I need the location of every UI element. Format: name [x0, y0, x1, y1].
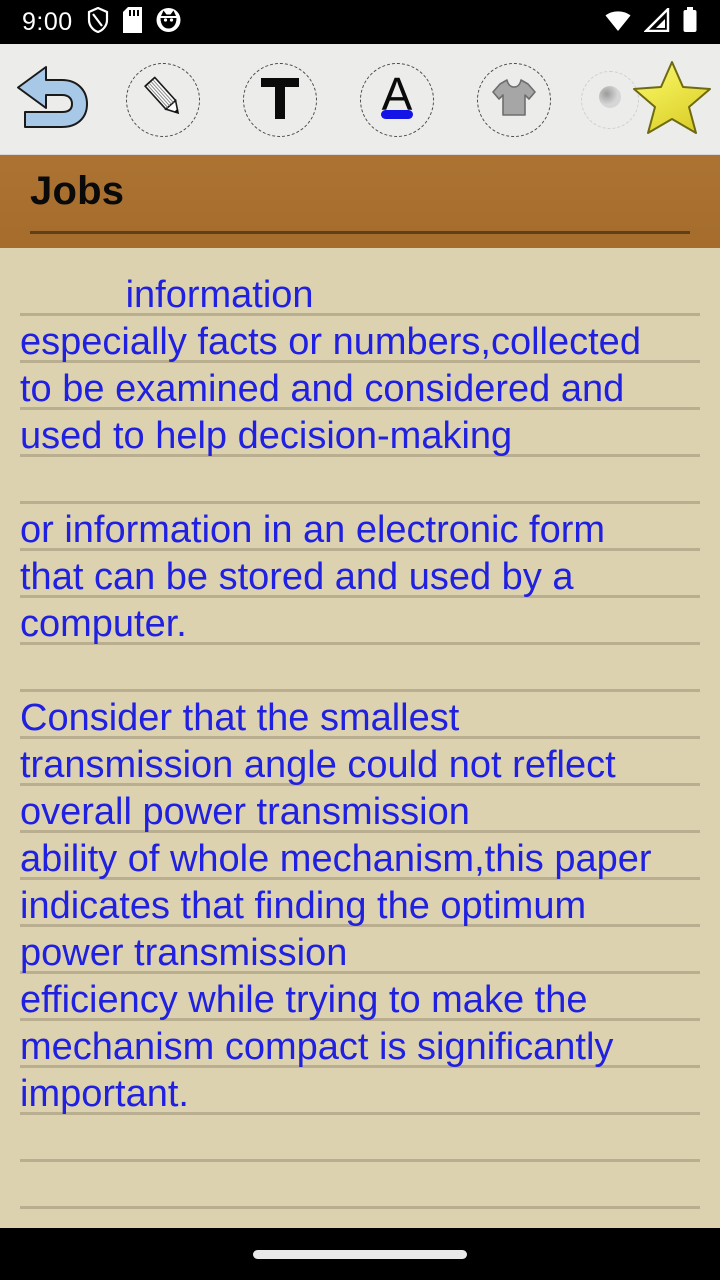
note-text-line[interactable]: efficiency while trying to make the [20, 977, 710, 1024]
note-text-line[interactable]: mechanism compact is significantly [20, 1024, 710, 1071]
note-text-line[interactable]: indicates that finding the optimum [20, 883, 710, 930]
text-button-ring [243, 62, 317, 137]
note-text-line[interactable]: or information in an electronic form [20, 507, 710, 554]
status-bar: 9:00 [0, 0, 720, 44]
note-text-line[interactable]: ability of whole mechanism,this paper [20, 836, 710, 883]
note-text-line[interactable]: computer. [20, 601, 710, 648]
undo-button[interactable] [6, 44, 102, 155]
shield-icon [87, 6, 109, 38]
note-text[interactable]: information especially facts or numbers,c… [0, 248, 720, 1228]
pencil-icon [135, 69, 191, 130]
note-text-line[interactable]: that can be stored and used by a [20, 554, 710, 601]
note-text-line[interactable]: overall power transmission [20, 789, 710, 836]
editor-toolbar: A [0, 44, 720, 183]
favorite-button[interactable] [628, 44, 716, 155]
underlined-a-icon: A [370, 68, 424, 129]
note-text-line[interactable]: transmission angle could not reflect [20, 742, 710, 789]
sd-card-icon [122, 6, 142, 38]
phone-screen: 9:00 A Jobs information especially facts… [0, 0, 720, 1280]
status-bar-right [604, 5, 720, 38]
note-text-line[interactable]: Consider that the smallest [20, 695, 710, 742]
page-title: Jobs [30, 169, 125, 213]
note-header: Jobs [0, 155, 720, 248]
share-button[interactable] [476, 44, 552, 155]
cat-face-icon [156, 7, 181, 38]
home-indicator[interactable] [253, 1250, 467, 1259]
title-divider [30, 231, 690, 234]
draw-button[interactable] [125, 44, 201, 155]
font-style-button-ring: A [360, 62, 434, 137]
status-bar-left: 9:00 [0, 6, 181, 38]
note-text-line[interactable]: information [20, 272, 710, 319]
tshirt-arrow-up-icon [487, 70, 541, 129]
font-style-button[interactable]: A [359, 44, 435, 155]
battery-icon [682, 6, 698, 38]
note-text-line[interactable]: used to help decision-making [20, 413, 710, 460]
dot-icon [598, 85, 622, 114]
status-clock: 9:00 [22, 7, 73, 36]
text-button[interactable] [242, 44, 318, 155]
note-body[interactable]: information especially facts or numbers,c… [0, 248, 720, 1228]
share-button-ring [477, 62, 551, 137]
undo-arrow-icon [15, 64, 93, 135]
wifi-icon [604, 8, 632, 37]
note-text-line[interactable]: important. [20, 1071, 710, 1118]
note-text-line[interactable]: especially facts or numbers,collected [20, 319, 710, 366]
text-t-icon [254, 71, 306, 128]
navigation-bar [0, 1228, 720, 1280]
note-text-line[interactable]: power transmission [20, 930, 710, 977]
cell-signal-icon [643, 5, 670, 37]
note-text-line[interactable]: to be examined and considered and [20, 366, 710, 413]
draw-button-ring [126, 62, 200, 137]
star-icon [631, 58, 713, 141]
